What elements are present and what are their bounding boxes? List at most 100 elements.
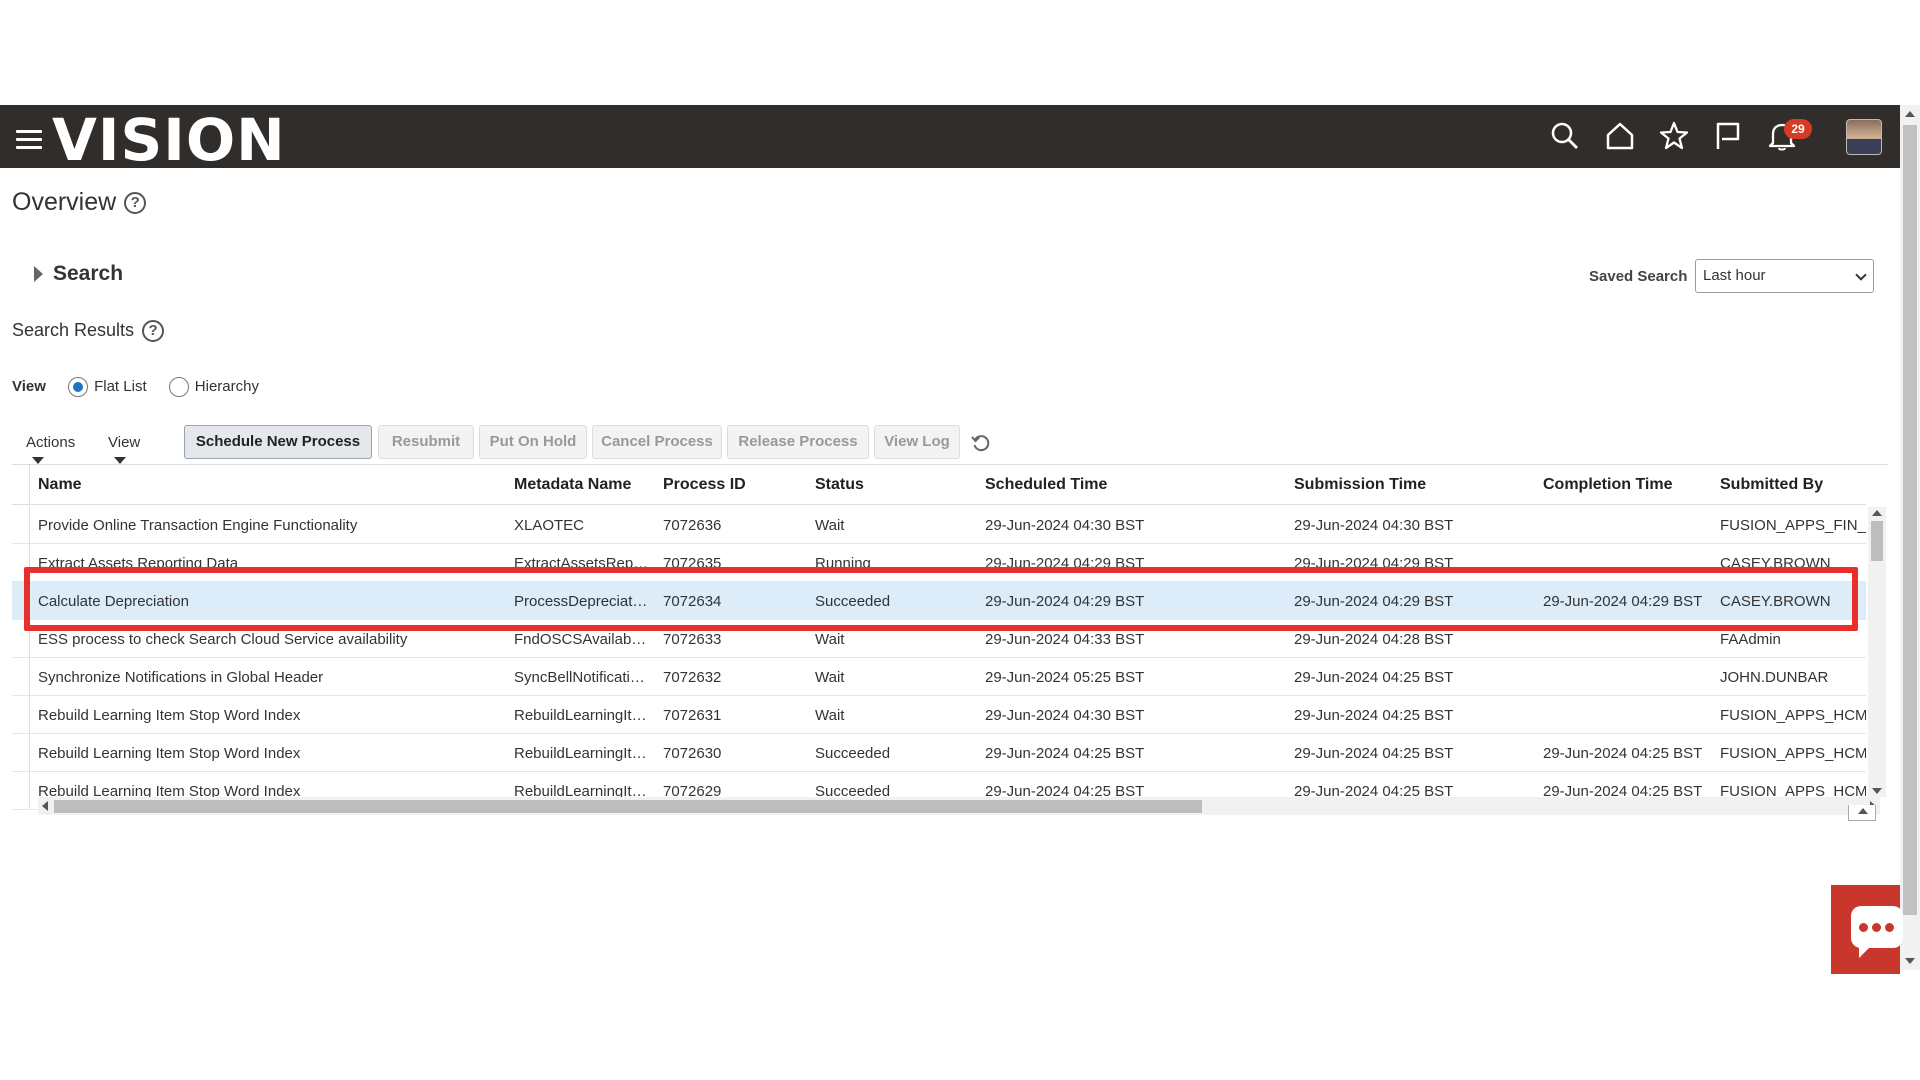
flag-icon[interactable]	[1711, 119, 1745, 153]
cell-metadata-name: RebuildLearningIt…	[514, 745, 647, 762]
cell-submission-time: 29-Jun-2024 04:25 BST	[1294, 669, 1454, 686]
col-submitted-by[interactable]: Submitted By	[1720, 476, 1823, 494]
col-name[interactable]: Name	[38, 476, 82, 494]
table-header: Name Metadata Name Process ID Status Sch…	[12, 465, 1866, 505]
table-row[interactable]: Provide Online Transaction Engine Functi…	[12, 506, 1866, 544]
col-completion-time[interactable]: Completion Time	[1543, 476, 1673, 494]
cell-submission-time: 29-Jun-2024 04:29 BST	[1294, 555, 1454, 572]
expand-triangle-icon	[34, 266, 43, 283]
cancel-process-button[interactable]: Cancel Process	[592, 425, 722, 459]
flat-list-radio[interactable]	[68, 377, 89, 397]
scrollbar-thumb[interactable]	[54, 800, 1202, 813]
cell-scheduled-time: 29-Jun-2024 04:29 BST	[985, 593, 1145, 610]
scroll-down-icon[interactable]	[1872, 788, 1882, 794]
cell-name: Rebuild Learning Item Stop Word Index	[38, 707, 301, 724]
cell-submitted-by: CASEY.BROWN	[1720, 593, 1831, 610]
table-row[interactable]: Extract Assets Reporting Data ExtractAsse…	[12, 544, 1866, 582]
global-header: VISION	[0, 105, 1900, 170]
cell-metadata-name: SyncBellNotificati…	[514, 669, 645, 686]
dropdown-icon	[114, 456, 126, 464]
table-row[interactable]: Rebuild Learning Item Stop Word Index Reb…	[12, 696, 1866, 734]
cell-metadata-name: FndOSCSAvailab…	[514, 631, 647, 648]
scroll-down-icon[interactable]	[1905, 958, 1915, 964]
view-menu-label: View	[108, 434, 141, 451]
home-icon[interactable]	[1603, 119, 1637, 153]
hierarchy-radio[interactable]	[168, 377, 189, 397]
cell-submission-time: 29-Jun-2024 04:28 BST	[1294, 631, 1454, 648]
cell-submitted-by: CASEY.BROWN	[1720, 555, 1831, 572]
row-gutter	[12, 772, 30, 809]
table-row[interactable]: ESS process to check Search Cloud Servic…	[12, 620, 1866, 658]
notification-badge: 29	[1784, 119, 1812, 139]
vision-logo[interactable]: VISION	[52, 110, 286, 170]
row-gutter	[12, 465, 30, 504]
cell-metadata-name: RebuildLearningIt…	[514, 707, 647, 724]
row-gutter	[12, 658, 30, 695]
cell-submission-time: 29-Jun-2024 04:25 BST	[1294, 707, 1454, 724]
page-scrollbar[interactable]	[1900, 105, 1920, 970]
page-title: Overview?	[12, 188, 147, 217]
cell-status: Wait	[815, 631, 845, 648]
cell-name: Synchronize Notifications in Global Head…	[38, 669, 324, 686]
table-vertical-scrollbar[interactable]	[1868, 507, 1886, 797]
help-icon[interactable]: ?	[124, 192, 147, 215]
table-row[interactable]: Rebuild Learning Item Stop Word Index Reb…	[12, 734, 1866, 772]
hierarchy-label[interactable]: Hierarchy	[195, 378, 259, 395]
actions-label: Actions	[26, 434, 76, 451]
row-gutter	[12, 544, 30, 581]
search-disclosure[interactable]: Search	[34, 262, 123, 286]
resubmit-button[interactable]: Resubmit	[378, 425, 474, 459]
cell-process-id: 7072634	[663, 593, 722, 610]
scroll-up-icon[interactable]	[1905, 111, 1915, 117]
table-row[interactable]: Calculate Depreciation ProcessDepreciat… 7…	[12, 582, 1866, 620]
row-gutter	[12, 696, 30, 733]
col-status[interactable]: Status	[815, 476, 864, 494]
star-icon[interactable]	[1657, 119, 1691, 153]
view-menu[interactable]: View	[108, 434, 140, 468]
col-scheduled-time[interactable]: Scheduled Time	[985, 476, 1107, 494]
cell-process-id: 7072633	[663, 631, 722, 648]
view-options: View Flat List Hierarchy	[12, 377, 277, 397]
scroll-up-icon[interactable]	[1872, 510, 1882, 516]
scrollbar-thumb[interactable]	[1871, 521, 1883, 561]
table-horizontal-scrollbar[interactable]	[38, 797, 1880, 815]
chevron-down-icon	[1855, 269, 1867, 281]
cell-process-id: 7072636	[663, 517, 722, 534]
release-process-button[interactable]: Release Process	[727, 425, 869, 459]
menu-icon[interactable]	[16, 130, 42, 150]
actions-menu[interactable]: Actions	[26, 434, 75, 468]
view-log-button[interactable]: View Log	[874, 425, 960, 459]
cell-scheduled-time: 29-Jun-2024 05:25 BST	[985, 669, 1145, 686]
cell-status: Wait	[815, 517, 845, 534]
scroll-top-button[interactable]	[1848, 805, 1876, 821]
cell-submitted-by: FUSION_APPS_HCM	[1720, 707, 1866, 724]
cell-submission-time: 29-Jun-2024 04:29 BST	[1294, 593, 1454, 610]
help-icon[interactable]: ?	[142, 320, 165, 343]
col-metadata-name[interactable]: Metadata Name	[514, 476, 631, 494]
search-icon[interactable]	[1548, 119, 1582, 153]
flat-list-label[interactable]: Flat List	[94, 378, 147, 395]
cell-metadata-name: ExtractAssetsRep…	[514, 555, 649, 572]
cell-status: Wait	[815, 707, 845, 724]
put-on-hold-button[interactable]: Put On Hold	[479, 425, 587, 459]
refresh-icon[interactable]	[970, 432, 992, 454]
cell-submission-time: 29-Jun-2024 04:25 BST	[1294, 745, 1454, 762]
cell-completion-time: 29-Jun-2024 04:29 BST	[1543, 593, 1703, 610]
scroll-left-icon[interactable]	[42, 801, 48, 811]
scrollbar-thumb[interactable]	[1903, 125, 1917, 915]
cell-scheduled-time: 29-Jun-2024 04:29 BST	[985, 555, 1145, 572]
cell-metadata-name: XLAOTEC	[514, 517, 585, 534]
col-process-id[interactable]: Process ID	[663, 476, 746, 494]
table-row[interactable]: Synchronize Notifications in Global Head…	[12, 658, 1866, 696]
cell-submission-time: 29-Jun-2024 04:30 BST	[1294, 517, 1454, 534]
view-label: View	[12, 377, 46, 395]
col-submission-time[interactable]: Submission Time	[1294, 476, 1426, 494]
saved-search-select[interactable]: Last hour	[1695, 259, 1874, 293]
chat-button[interactable]	[1831, 885, 1903, 974]
cell-name: Rebuild Learning Item Stop Word Index	[38, 745, 301, 762]
user-avatar[interactable]	[1846, 119, 1882, 155]
search-results-title: Search Results?	[12, 320, 165, 343]
schedule-new-process-button[interactable]: Schedule New Process	[184, 425, 372, 459]
cell-submitted-by: FAAdmin	[1720, 631, 1781, 648]
cell-scheduled-time: 29-Jun-2024 04:33 BST	[985, 631, 1145, 648]
